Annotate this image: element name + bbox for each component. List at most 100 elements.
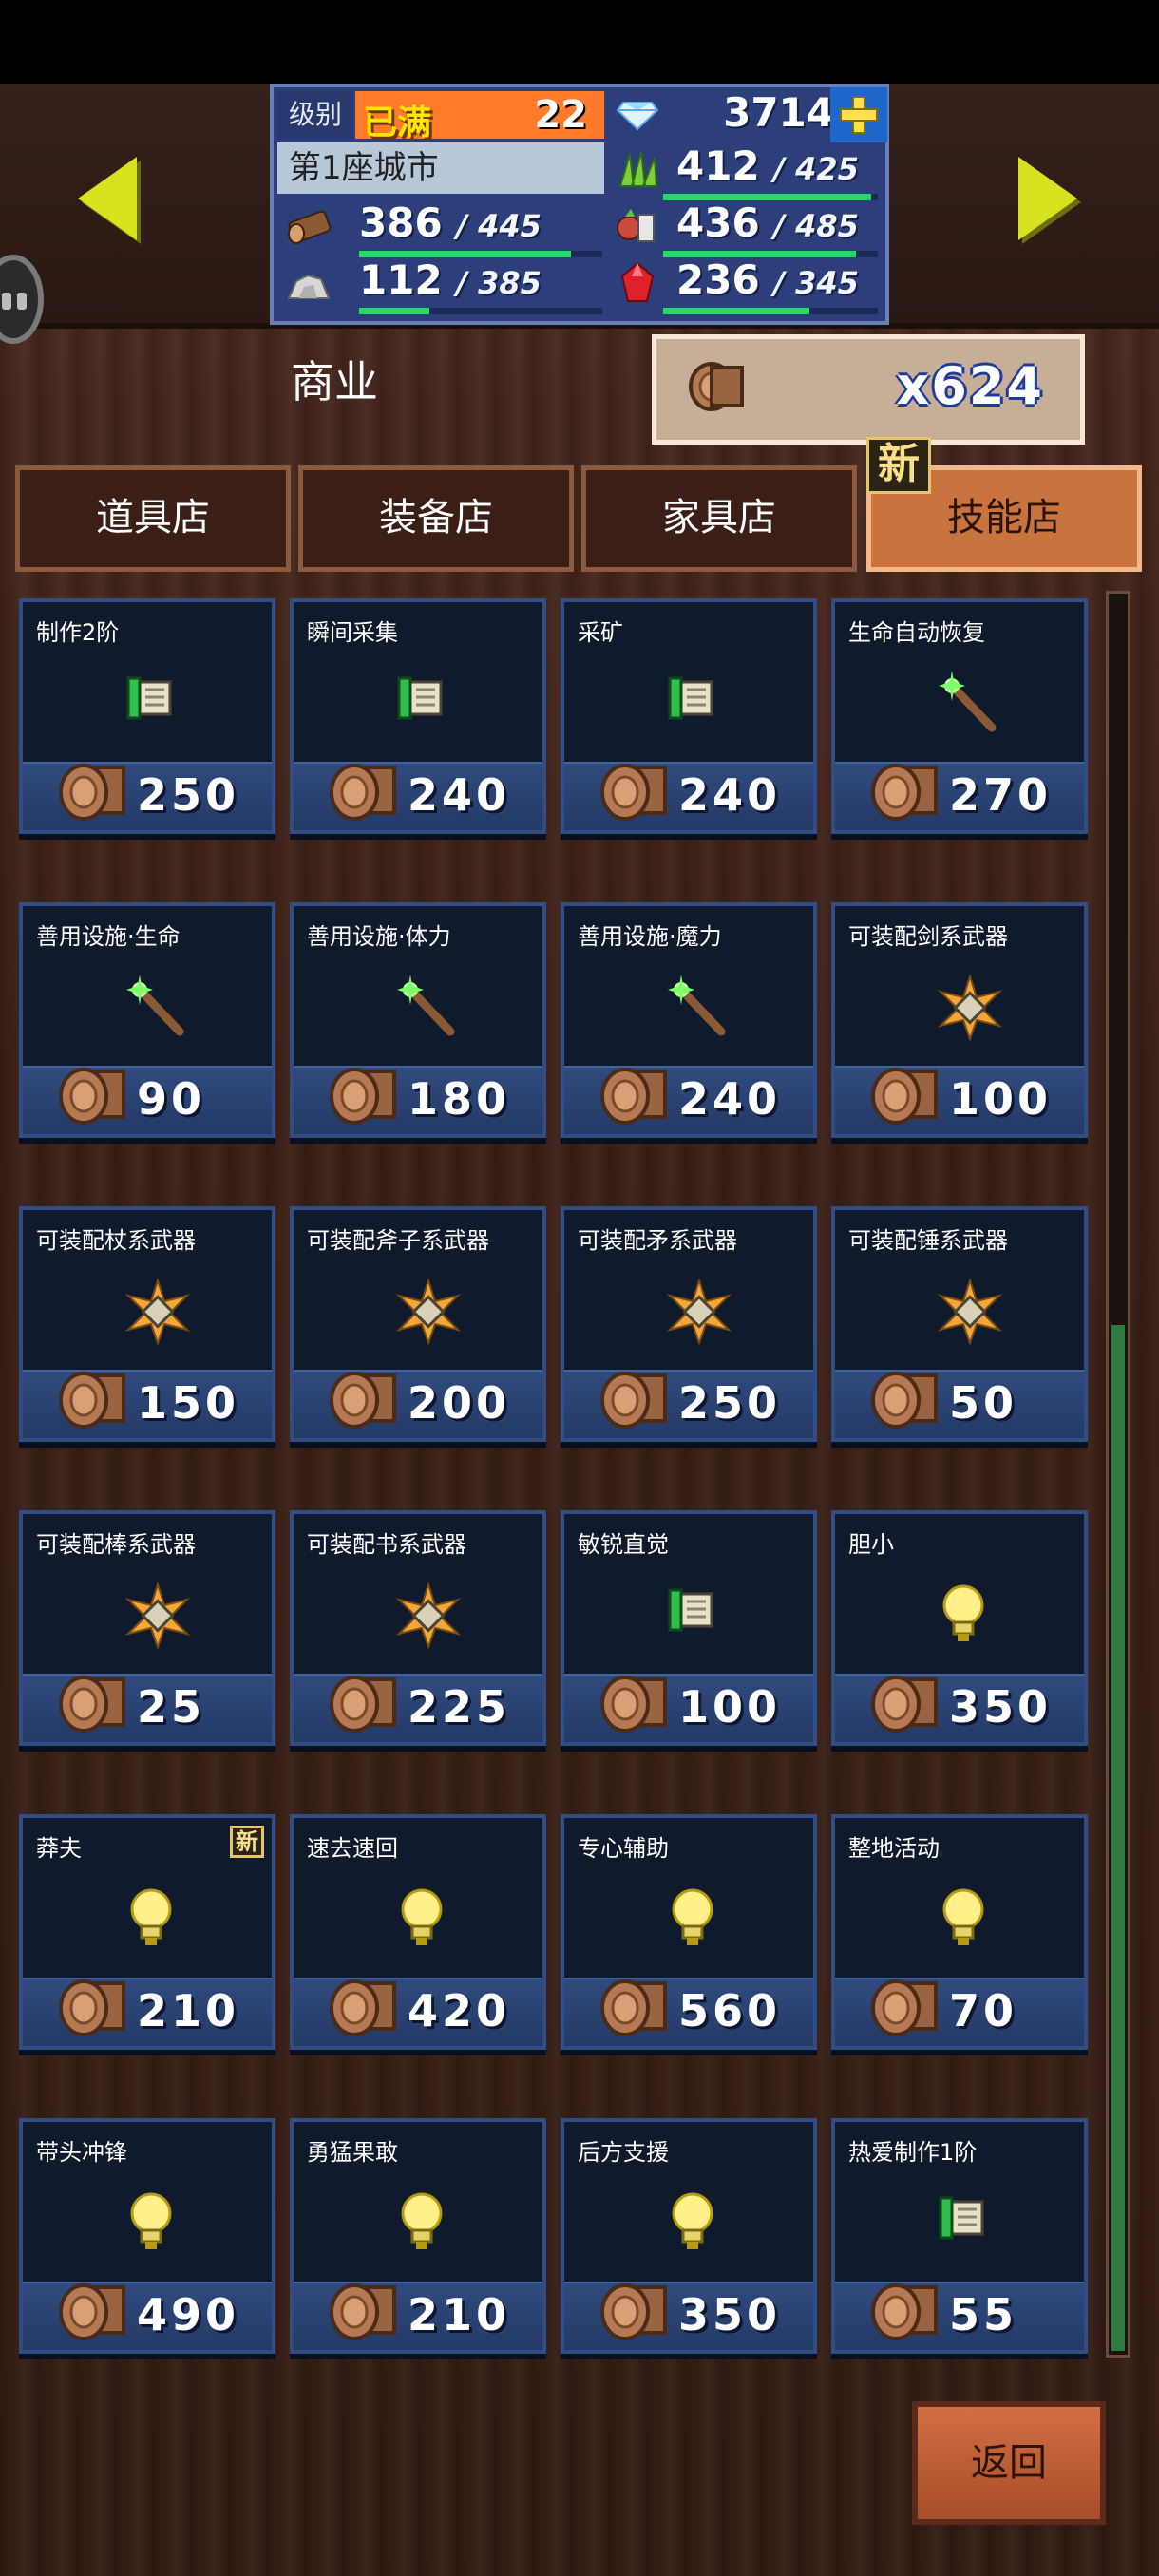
wood-coin-icon — [328, 1668, 402, 1748]
price-bar: 560 — [564, 1978, 813, 2046]
skill-card[interactable]: 瞬间采集 240 — [290, 598, 546, 834]
skill-price: 100 — [678, 1681, 782, 1733]
prev-city-arrow-icon[interactable] — [78, 157, 137, 240]
level-value: 22 — [534, 93, 587, 137]
skill-card[interactable]: 勇猛果敢 210 — [290, 2118, 546, 2354]
skill-name: 勇猛果敢 — [307, 2139, 398, 2166]
skill-name: 胆小 — [848, 1531, 894, 1558]
level-label: 级别 — [277, 91, 353, 139]
skill-card[interactable]: 整地活动 70 — [831, 1814, 1088, 2050]
wood-coin-icon — [57, 1972, 131, 2052]
tab-item-shop[interactable]: 道具店 — [15, 465, 291, 572]
skill-price: 25 — [137, 1681, 206, 1733]
price-bar: 50 — [835, 1370, 1084, 1438]
skill-name: 带头冲锋 — [36, 2139, 127, 2166]
scrollbar-thumb[interactable] — [1112, 1325, 1125, 2351]
skill-card[interactable]: 敏锐直觉 100 — [560, 1510, 817, 1746]
add-gems-button[interactable] — [830, 87, 887, 142]
plus-icon — [840, 96, 878, 134]
price-bar: 100 — [564, 1674, 813, 1742]
weapon-burst-icon — [123, 1277, 191, 1347]
skill-card[interactable]: 善用设施·体力 180 — [290, 902, 546, 1138]
price-bar: 250 — [564, 1370, 813, 1438]
skill-card[interactable]: 可装配锤系武器 50 — [831, 1206, 1088, 1442]
wood-coin-icon — [328, 2276, 402, 2356]
status-bar — [0, 0, 1159, 84]
price-bar: 25 — [23, 1674, 272, 1742]
skill-card[interactable]: 可装配棒系武器 25 — [19, 1510, 276, 1746]
price-bar: 210 — [294, 2282, 542, 2350]
diamond-icon — [608, 89, 667, 142]
city-name: 第1座城市 — [277, 142, 604, 194]
skill-card[interactable]: 胆小 350 — [831, 1510, 1088, 1746]
skill-card[interactable]: 生命自动恢复 270 — [831, 598, 1088, 834]
skill-name: 可装配棒系武器 — [36, 1531, 196, 1558]
meat-value: 436 / 485 — [676, 199, 859, 246]
skill-price: 420 — [408, 1985, 511, 2036]
skill-card[interactable]: 可装配书系武器 225 — [290, 1510, 546, 1746]
price-bar: 225 — [294, 1674, 542, 1742]
wood-coin-icon — [869, 1364, 943, 1444]
gem-count: 3714 — [723, 89, 834, 136]
skill-card[interactable]: 可装配剑系武器 100 — [831, 902, 1088, 1138]
wood-coin-icon — [57, 1364, 131, 1444]
meat-veg-icon — [608, 199, 667, 253]
skill-name: 制作2阶 — [36, 619, 120, 646]
scroll-icon — [664, 1581, 721, 1638]
wood-coin-icon — [57, 1060, 131, 1140]
currency-count: x624 — [896, 356, 1044, 416]
skill-card[interactable]: 速去速回 420 — [290, 1814, 546, 2050]
skill-price: 350 — [949, 1681, 1053, 1733]
lightbulb-icon — [935, 1581, 992, 1641]
back-button[interactable]: 返回 — [912, 2401, 1106, 2525]
skill-card[interactable]: 热爱制作1阶 55 — [831, 2118, 1088, 2354]
skill-name: 采矿 — [578, 619, 623, 646]
wand-icon — [393, 973, 455, 1036]
skill-card[interactable]: 可装配杖系武器 150 — [19, 1206, 276, 1442]
crystal-value: 236 / 345 — [676, 256, 859, 303]
stone-gauge — [359, 308, 602, 314]
tab-furniture-shop[interactable]: 家具店 — [581, 465, 857, 572]
skill-price: 490 — [137, 2289, 240, 2340]
scrollbar[interactable] — [1106, 591, 1130, 2358]
skill-card[interactable]: 后方支援 350 — [560, 2118, 817, 2354]
tab-equipment-shop[interactable]: 装备店 — [298, 465, 574, 572]
new-badge: 新 — [230, 1826, 264, 1858]
skill-card[interactable]: 可装配矛系武器 250 — [560, 1206, 817, 1442]
grass-icon — [608, 142, 667, 196]
skill-card[interactable]: 专心辅助 560 — [560, 1814, 817, 2050]
skill-card[interactable]: 带头冲锋 490 — [19, 2118, 276, 2354]
skill-price: 250 — [678, 1377, 782, 1429]
skill-price: 70 — [949, 1985, 1018, 2036]
skill-price: 210 — [137, 1985, 240, 2036]
wood-coin-icon — [328, 1060, 402, 1140]
skill-card[interactable]: 善用设施·生命 90 — [19, 902, 276, 1138]
skill-name: 善用设施·魔力 — [578, 923, 722, 950]
price-bar: 100 — [835, 1066, 1084, 1134]
skill-price: 240 — [678, 769, 782, 821]
skill-card[interactable]: 善用设施·魔力 240 — [560, 902, 817, 1138]
skill-price: 90 — [137, 1073, 206, 1125]
skill-name: 可装配杖系武器 — [36, 1227, 196, 1254]
skill-price: 350 — [678, 2289, 782, 2340]
price-bar: 250 — [23, 762, 272, 830]
skill-price: 560 — [678, 1985, 782, 2036]
weapon-burst-icon — [123, 1581, 191, 1651]
price-bar: 200 — [294, 1370, 542, 1438]
wood-coin-icon — [598, 2276, 673, 2356]
next-city-arrow-icon[interactable] — [1018, 157, 1077, 240]
weapon-burst-icon — [935, 1277, 1003, 1347]
lightbulb-icon — [664, 1885, 721, 1945]
wood-coin-icon — [598, 1972, 673, 2052]
skill-price: 225 — [408, 1681, 511, 1733]
skill-name: 专心辅助 — [578, 1835, 669, 1862]
skill-card[interactable]: 莽夫 210 新 — [19, 1814, 276, 2050]
skill-name: 瞬间采集 — [307, 619, 398, 646]
wood-coin-icon — [869, 756, 943, 836]
price-bar: 90 — [23, 1066, 272, 1134]
scroll-icon — [664, 669, 721, 726]
skill-card[interactable]: 采矿 240 — [560, 598, 817, 834]
skill-card[interactable]: 制作2阶 250 — [19, 598, 276, 834]
price-bar: 270 — [835, 762, 1084, 830]
skill-card[interactable]: 可装配斧子系武器 200 — [290, 1206, 546, 1442]
